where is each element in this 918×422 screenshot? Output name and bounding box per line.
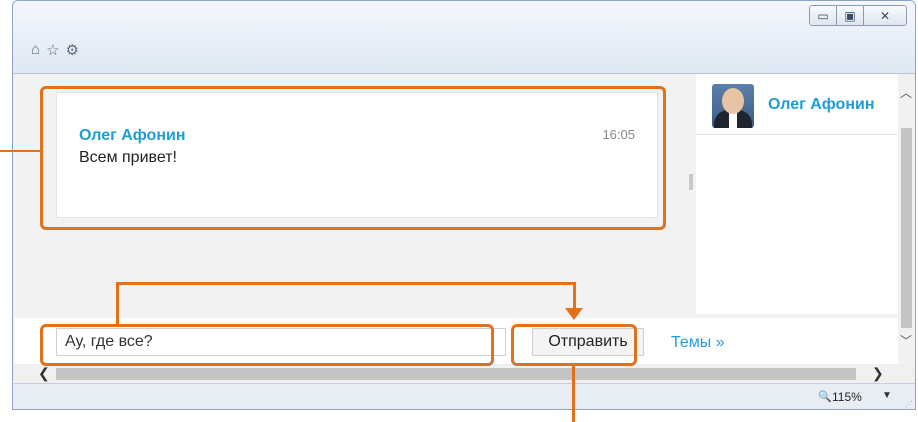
close-button[interactable]: ✕ xyxy=(863,6,906,25)
connector-down-line xyxy=(573,282,576,310)
down-arrow-icon xyxy=(565,308,583,320)
send-pointer-line xyxy=(572,366,575,422)
star-icon[interactable]: ☆ xyxy=(46,41,59,59)
message-highlight xyxy=(40,86,666,230)
vertical-scrollbar[interactable]: ︿ ﹀ xyxy=(898,74,915,364)
scroll-up-icon[interactable]: ︿ xyxy=(900,84,912,101)
connector-up-line xyxy=(116,282,119,325)
scroll-right-icon[interactable]: ❯ xyxy=(872,365,884,382)
zoom-icon[interactable]: 🔍 xyxy=(818,390,832,403)
maximize-button[interactable]: ▣ xyxy=(836,6,863,25)
status-bar: 🔍 115% ▼ ⋰ xyxy=(14,383,915,409)
scroll-down-icon[interactable]: ﹀ xyxy=(900,332,912,349)
chevron-down-icon[interactable]: ▼ xyxy=(882,390,892,401)
message-pointer-line xyxy=(0,150,42,152)
title-bar: ▭ ▣ ✕ ⌂ ☆ ⚙ xyxy=(13,1,915,74)
minimize-button[interactable]: ▭ xyxy=(810,6,836,25)
connector-top-line xyxy=(116,282,576,285)
horizontal-scroll-thumb[interactable] xyxy=(56,368,856,380)
input-highlight xyxy=(40,324,494,366)
user-list-item[interactable]: Олег Афонин xyxy=(696,74,898,135)
zoom-level[interactable]: 115% xyxy=(832,390,862,404)
panel-splitter[interactable] xyxy=(689,174,693,190)
avatar xyxy=(712,84,754,128)
topics-link[interactable]: Темы » xyxy=(671,334,725,352)
scroll-left-icon[interactable]: ❮ xyxy=(38,365,50,382)
browser-toolbar: ⌂ ☆ ⚙ xyxy=(31,41,79,59)
window-controls: ▭ ▣ ✕ xyxy=(809,5,907,26)
horizontal-scrollbar[interactable]: ❮ ❯ xyxy=(14,365,915,383)
user-name[interactable]: Олег Афонин xyxy=(768,96,874,114)
users-panel: Олег Афонин xyxy=(696,74,898,314)
gear-icon[interactable]: ⚙ xyxy=(66,41,79,59)
send-highlight xyxy=(511,324,637,366)
vertical-scroll-thumb[interactable] xyxy=(901,128,912,328)
resize-grip-icon[interactable]: ⋰ xyxy=(905,400,913,409)
home-icon[interactable]: ⌂ xyxy=(31,41,40,59)
